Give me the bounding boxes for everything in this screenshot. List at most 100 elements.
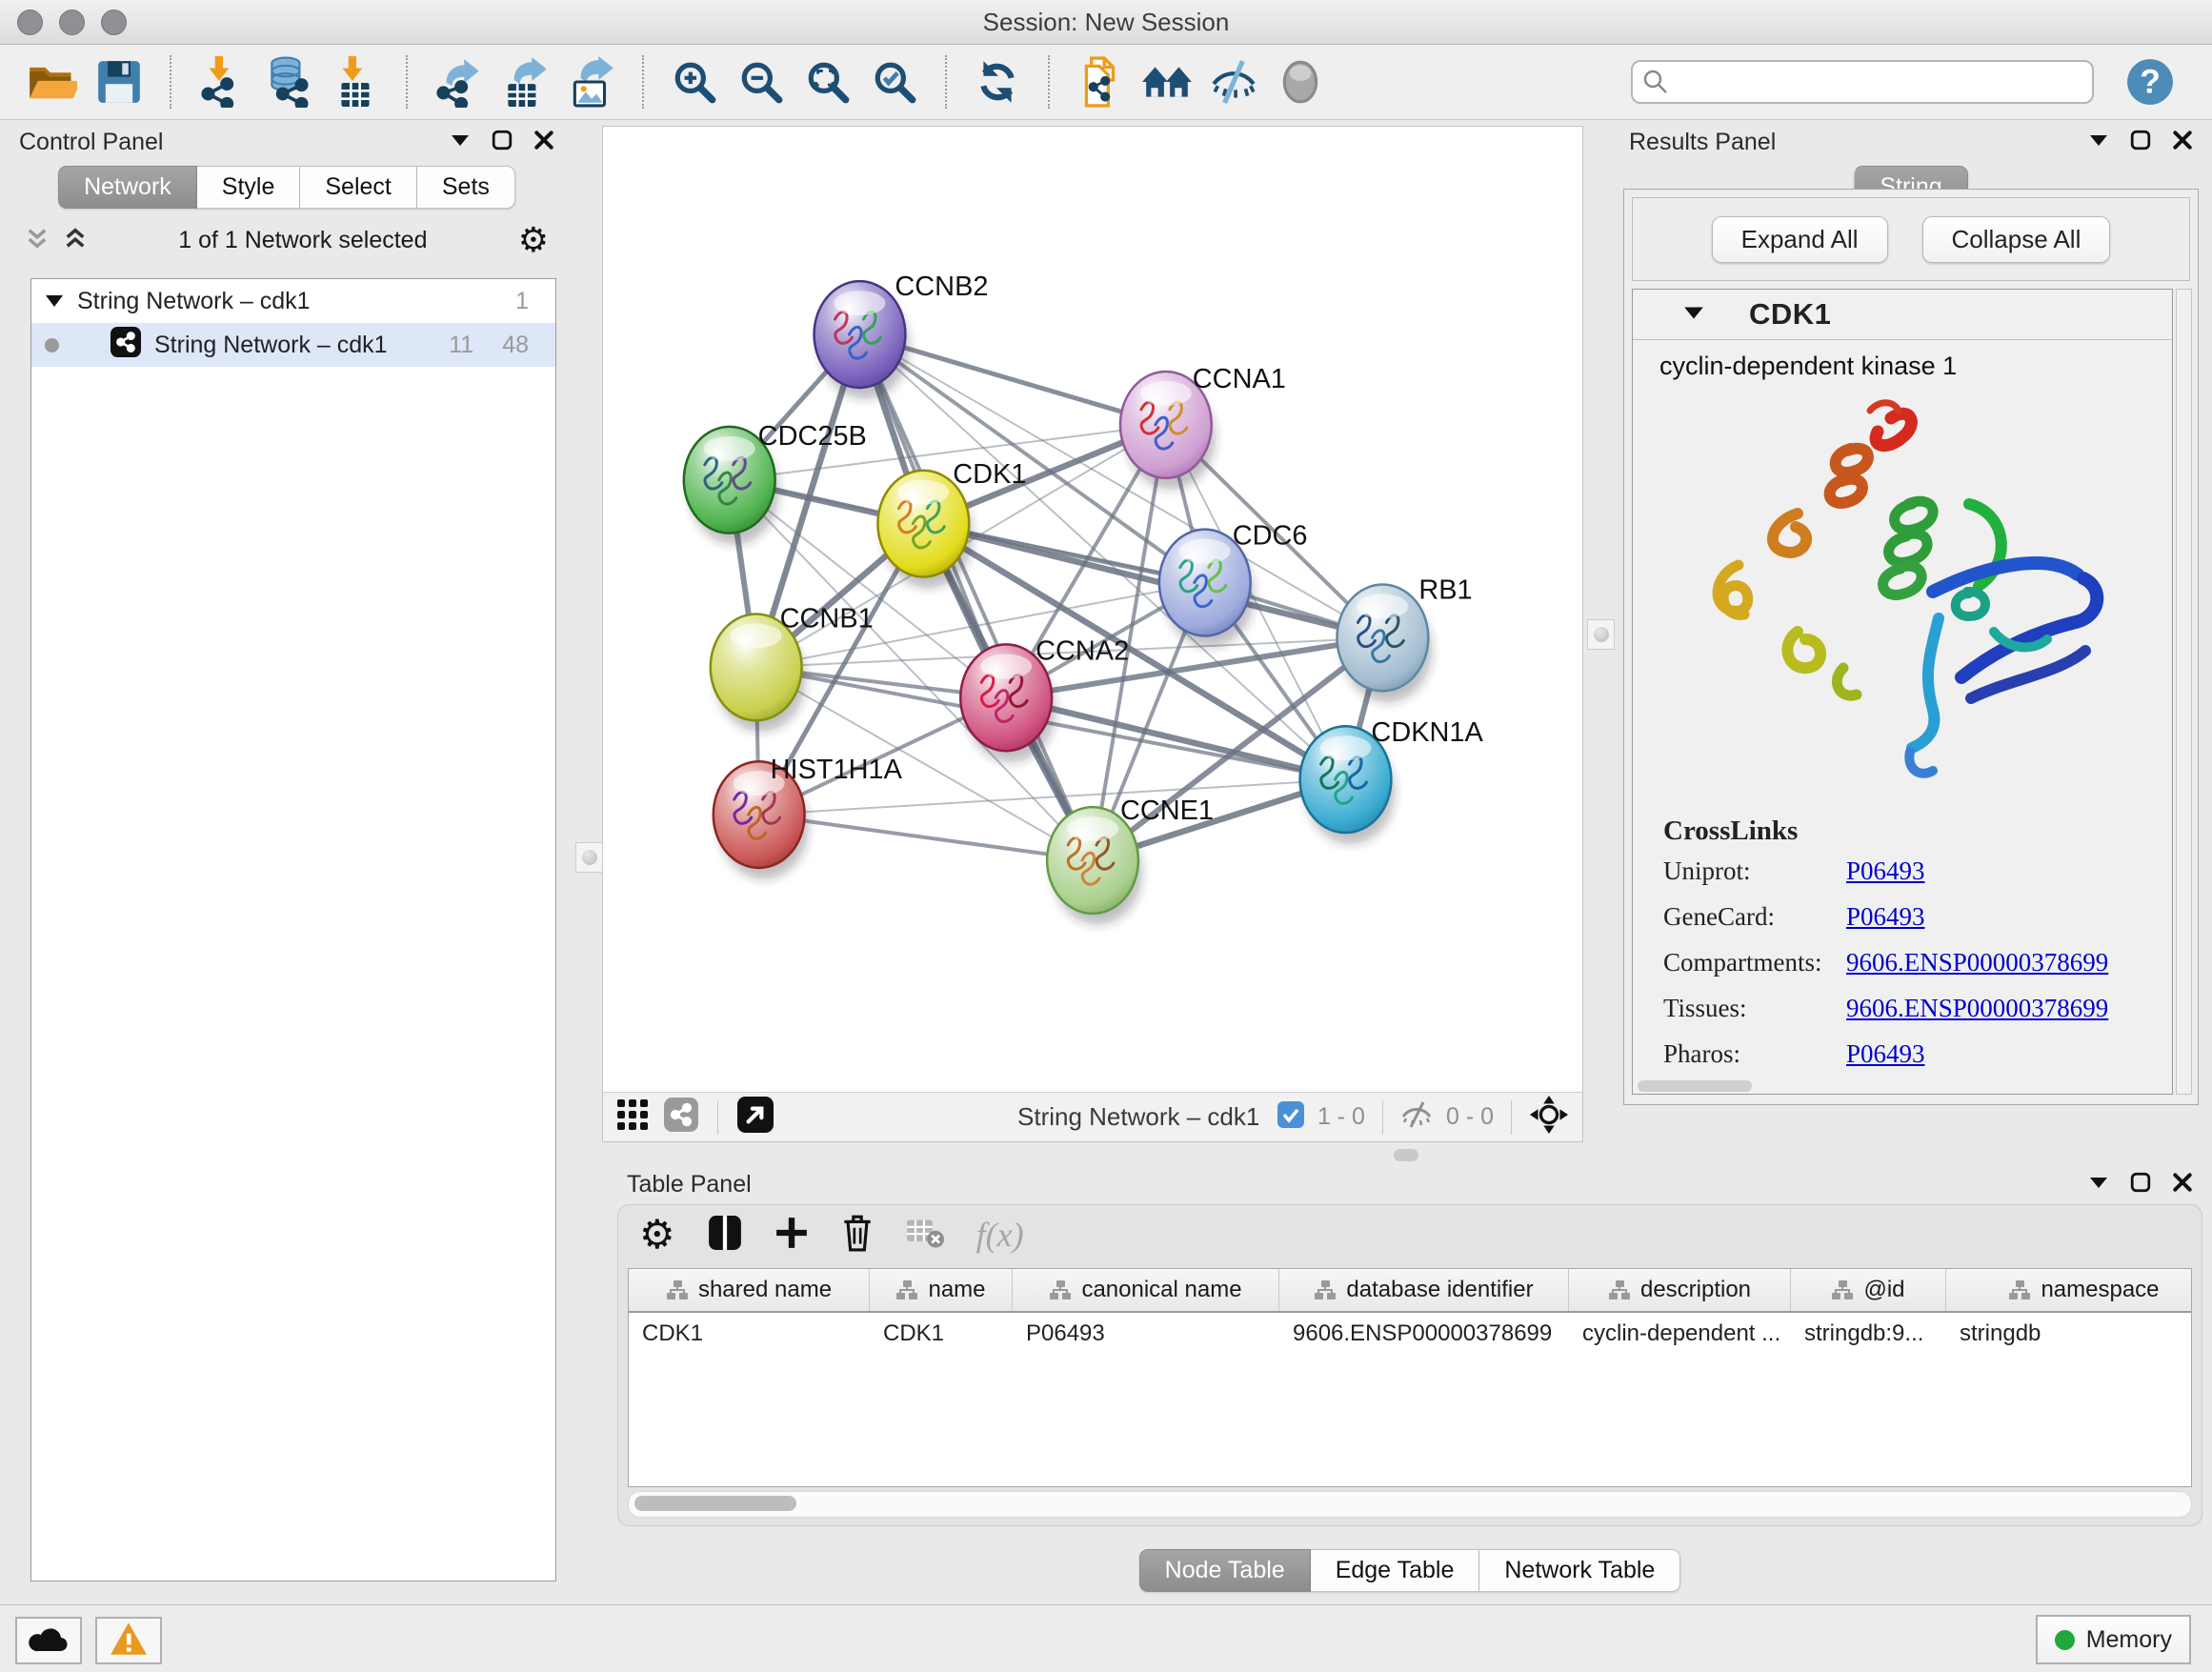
network-edge-CDK1-RB1[interactable] <box>923 524 1382 638</box>
expand-all-button[interactable]: Expand All <box>1712 216 1888 263</box>
left-splitter-handle[interactable] <box>575 842 603 873</box>
control-panel-tabs: NetworkStyleSelectSets <box>10 166 564 209</box>
hidden-eye-icon <box>1400 1100 1433 1134</box>
panel-menu-icon[interactable] <box>2088 1175 2109 1195</box>
node-label-CCNB1: CCNB1 <box>780 603 874 634</box>
memory-label: Memory <box>2086 1626 2172 1654</box>
tree-expand-icon[interactable] <box>45 288 64 315</box>
table-cell[interactable]: P06493 <box>1013 1313 1279 1355</box>
column-header-canonical-name[interactable]: canonical name <box>1013 1269 1279 1311</box>
zoom-in-icon[interactable] <box>667 54 722 110</box>
collapse-all-button[interactable]: Collapse All <box>1922 216 2111 263</box>
columns-icon[interactable] <box>708 1215 742 1256</box>
column-header-description[interactable]: description <box>1569 1269 1791 1311</box>
tab-network-table[interactable]: Network Table <box>1479 1549 1680 1592</box>
import-table-file-icon[interactable] <box>328 54 383 110</box>
crosslink-link[interactable]: 9606.ENSP00000378699 <box>1846 948 2108 977</box>
crosslink-link[interactable]: P06493 <box>1846 856 1925 886</box>
crosslink-link[interactable]: P06493 <box>1846 1039 1925 1069</box>
network-edge-HIST1H1A-CCNE1[interactable] <box>759 815 1093 860</box>
table-cell[interactable]: stringdb:9... <box>1791 1313 1946 1355</box>
grid-icon[interactable] <box>616 1098 649 1136</box>
warnings-button[interactable] <box>95 1617 162 1664</box>
crosslink-link[interactable]: 9606.ENSP00000378699 <box>1846 994 2108 1023</box>
tab-node-table[interactable]: Node Table <box>1139 1549 1311 1592</box>
collapse-all-icon[interactable] <box>25 226 50 255</box>
results-hscroll-thumb[interactable] <box>1638 1080 1752 1092</box>
column-header-name[interactable]: name <box>870 1269 1013 1311</box>
tab-edge-table[interactable]: Edge Table <box>1311 1549 1480 1592</box>
crosslink-label: GeneCard: <box>1663 902 1846 932</box>
zoom-out-icon[interactable] <box>734 54 789 110</box>
network-canvas[interactable]: CCNB2CCNA1CDC25BCDK1CDC6RB1CCNB1CCNA2CDK… <box>603 127 1582 1093</box>
right-splitter-handle[interactable] <box>1587 619 1615 650</box>
memory-button[interactable]: Memory <box>2036 1615 2191 1664</box>
cloud-icon <box>28 1624 70 1658</box>
gear-icon[interactable]: ⚙ <box>639 1215 675 1255</box>
import-network-file-icon[interactable] <box>194 54 250 110</box>
panel-menu-icon[interactable] <box>450 132 471 152</box>
delete-icon[interactable] <box>841 1214 874 1257</box>
panel-close-icon[interactable] <box>2172 1172 2193 1198</box>
panel-float-icon[interactable] <box>492 130 513 155</box>
export-table-icon[interactable] <box>497 54 553 110</box>
column-header-@id[interactable]: @id <box>1791 1269 1946 1311</box>
panel-float-icon[interactable] <box>2130 130 2151 155</box>
results-scrollbar[interactable] <box>2176 289 2192 1095</box>
open-session-icon[interactable] <box>25 54 80 110</box>
tab-sets[interactable]: Sets <box>417 166 515 209</box>
tab-select[interactable]: Select <box>300 166 416 209</box>
column-header-database-identifier[interactable]: database identifier <box>1279 1269 1569 1311</box>
gear-icon[interactable]: ⚙ <box>518 223 549 257</box>
bottom-splitter-handle[interactable] <box>1394 1149 1418 1161</box>
network-node-RB1[interactable] <box>1337 585 1433 703</box>
panel-close-icon[interactable] <box>2172 130 2193 155</box>
table-hscroll-thumb[interactable] <box>634 1496 796 1511</box>
table-cell[interactable]: cyclin-dependent ... <box>1569 1313 1791 1355</box>
selected-checkbox-icon[interactable] <box>1277 1101 1304 1133</box>
export-image-icon[interactable] <box>564 54 619 110</box>
birdseye-icon[interactable] <box>1529 1095 1569 1139</box>
column-header-shared-name[interactable]: shared name <box>629 1269 870 1311</box>
hide-panels-icon[interactable] <box>1206 54 1261 110</box>
column-header-namespace[interactable]: namespace <box>1946 1269 2192 1311</box>
share-icon[interactable] <box>664 1098 698 1137</box>
help-icon[interactable]: ? <box>2122 54 2178 110</box>
panel-float-icon[interactable] <box>2130 1172 2151 1198</box>
cloud-button[interactable] <box>15 1617 82 1664</box>
session-home-icon[interactable] <box>1139 54 1195 110</box>
table-cell[interactable]: CDK1 <box>629 1313 870 1355</box>
table-row[interactable]: CDK1CDK1P064939606.ENSP00000378699cyclin… <box>629 1313 2191 1355</box>
search-input[interactable] <box>1631 60 2094 104</box>
panel-menu-icon[interactable] <box>2088 132 2109 152</box>
table-cell[interactable]: stringdb <box>1946 1313 2192 1355</box>
crosslink-link[interactable]: P06493 <box>1846 902 1925 932</box>
gene-name: CDK1 <box>1749 297 1831 332</box>
table-tabs: Node TableEdge TableNetwork Table <box>617 1549 2202 1592</box>
zoom-fit-icon[interactable] <box>800 54 855 110</box>
memory-status-icon <box>2055 1630 2075 1650</box>
save-session-icon[interactable] <box>91 54 147 110</box>
open-in-window-icon[interactable] <box>737 1097 774 1138</box>
network-tree-root-row[interactable]: String Network – cdk1 1 <box>31 279 555 323</box>
refresh-icon[interactable] <box>970 54 1025 110</box>
add-icon[interactable] <box>774 1216 809 1255</box>
network-tree-child-row[interactable]: String Network – cdk1 11 48 <box>31 323 555 367</box>
expand-all-icon[interactable] <box>63 226 88 255</box>
show-panels-icon[interactable] <box>1273 54 1328 110</box>
network-from-selection-icon[interactable] <box>1073 54 1128 110</box>
node-label-CDC6: CDC6 <box>1233 521 1308 552</box>
table-cell[interactable]: CDK1 <box>870 1313 1013 1355</box>
tab-network[interactable]: Network <box>58 166 197 209</box>
tab-style[interactable]: Style <box>197 166 301 209</box>
gene-entry-header[interactable]: CDK1 <box>1633 290 2172 340</box>
zoom-selected-icon[interactable] <box>867 54 922 110</box>
panel-close-icon[interactable] <box>533 130 554 155</box>
export-network-icon[interactable] <box>431 54 486 110</box>
collapse-entry-icon[interactable] <box>1682 304 1705 326</box>
import-network-database-icon[interactable] <box>261 54 316 110</box>
gene-description: cyclin-dependent kinase 1 <box>1633 340 2172 383</box>
selected-count: 1 - 0 <box>1317 1103 1365 1131</box>
table-cell[interactable]: 9606.ENSP00000378699 <box>1279 1313 1569 1355</box>
table-hscrollbar[interactable] <box>628 1491 2192 1518</box>
